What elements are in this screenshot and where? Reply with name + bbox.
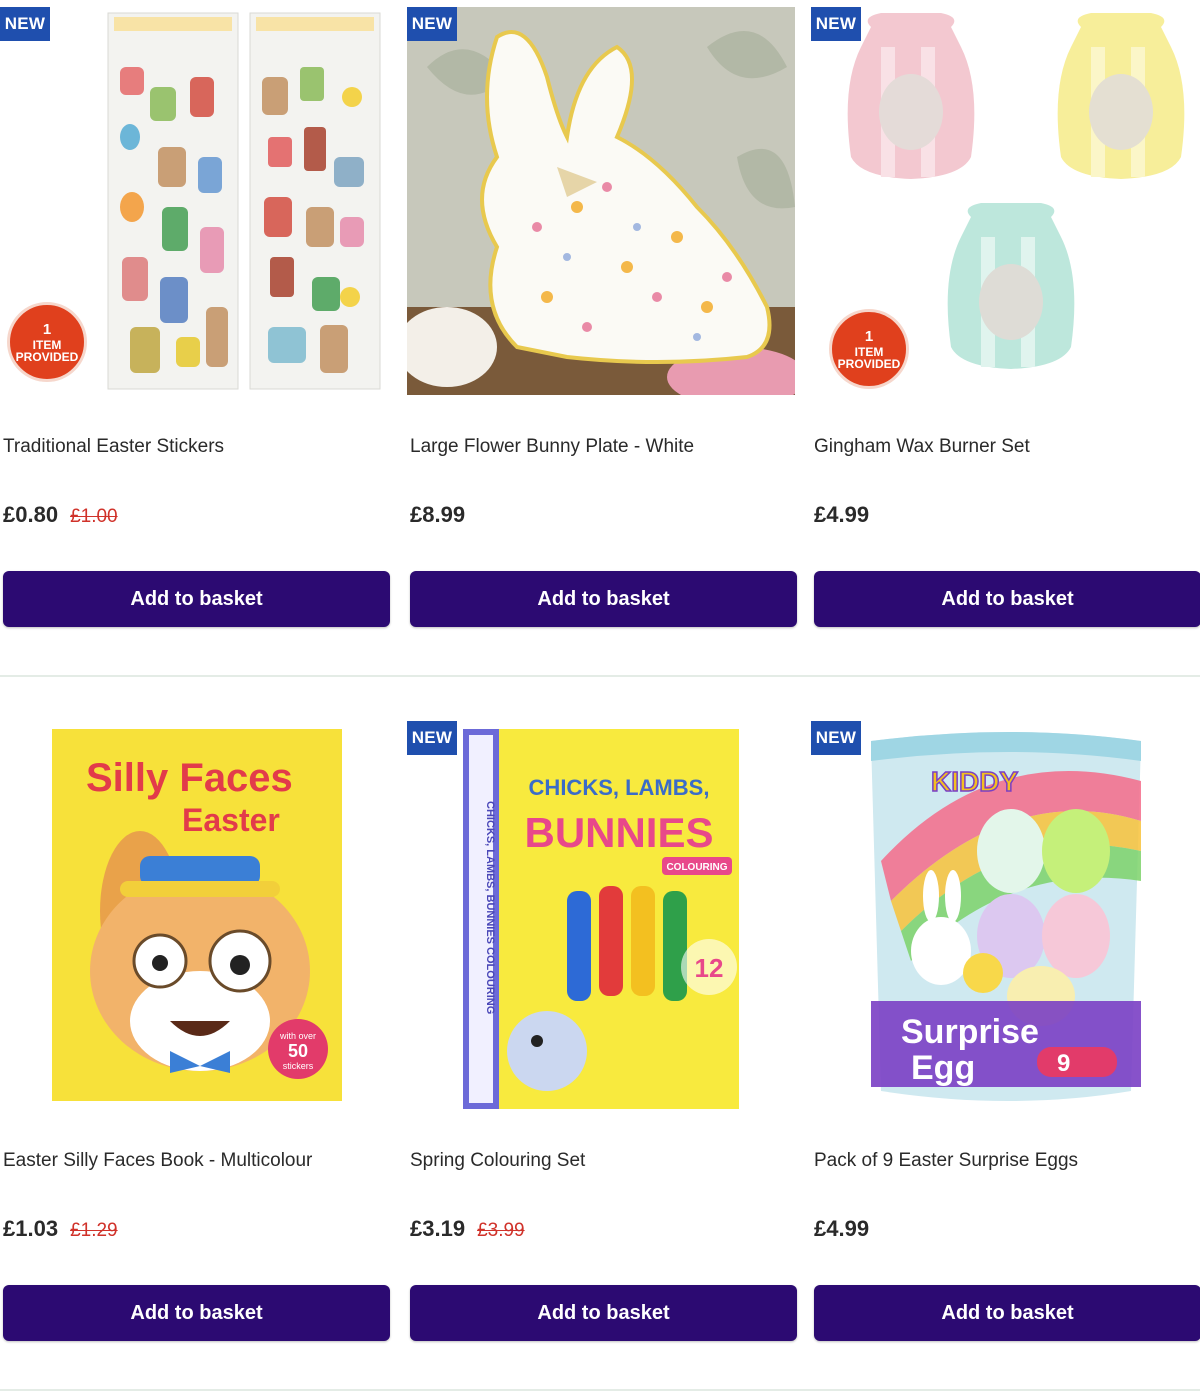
item-provided-badge: 1 ITEM PROVIDED [7, 302, 87, 382]
current-price: £4.99 [814, 502, 870, 527]
item-provided-label: ITEM PROVIDED [837, 344, 901, 371]
price-line: £8.99 [410, 502, 465, 528]
product-title[interactable]: Traditional Easter Stickers [3, 436, 224, 458]
price-line: £4.99 [814, 502, 869, 528]
product-title[interactable]: Easter Silly Faces Book - Multicolour [3, 1150, 312, 1172]
item-provided-count: 1 [42, 320, 52, 338]
packet-title-line2: Egg [911, 1049, 975, 1087]
price-line: £3.19 £3.99 [410, 1216, 525, 1242]
add-to-basket-button[interactable]: Add to basket [3, 571, 390, 627]
cover-title: Silly Faces [86, 756, 293, 800]
row-divider [0, 1389, 1200, 1391]
box-subtitle: COLOURING [666, 862, 727, 873]
was-price: £3.99 [477, 1220, 525, 1241]
new-badge: NEW [0, 7, 50, 41]
packet-title-line1: Surprise [901, 1013, 1039, 1051]
product-row: NEW 1 ITEM PROVIDED Traditional Easter S… [0, 0, 1200, 714]
price-line: £0.80 £1.00 [3, 502, 118, 528]
add-to-basket-button[interactable]: Add to basket [814, 571, 1200, 627]
new-badge: NEW [407, 7, 457, 41]
product-image[interactable]: CHICKS, LAMBS, BUNNIES COLOURING CHICKS,… [407, 721, 795, 1109]
product-image[interactable]: Silly Faces Easter with over 50 stickers [0, 721, 388, 1109]
cover-subtitle: Easter [182, 802, 280, 838]
row-divider [0, 675, 1200, 677]
product-title[interactable]: Gingham Wax Burner Set [814, 436, 1030, 458]
item-provided-count: 1 [864, 327, 874, 345]
product-row: Silly Faces Easter with over 50 stickers… [0, 714, 1200, 1399]
current-price: £8.99 [410, 502, 466, 527]
add-to-basket-button[interactable]: Add to basket [410, 1285, 797, 1341]
item-provided-badge: 1 ITEM PROVIDED [829, 309, 909, 389]
product-title[interactable]: Spring Colouring Set [410, 1150, 585, 1172]
box-title-line2: BUNNIES [524, 809, 713, 856]
box-count: 12 [695, 953, 724, 983]
current-price: £1.03 [3, 1216, 59, 1241]
current-price: £4.99 [814, 1216, 870, 1241]
product-image[interactable] [407, 7, 795, 395]
packet-brand: KIDDY [931, 766, 1018, 797]
packet-count: 9 [1057, 1050, 1070, 1077]
new-badge: NEW [407, 721, 457, 755]
was-price: £1.29 [70, 1220, 118, 1241]
sticker-count: 50 [288, 1041, 308, 1061]
product-title[interactable]: Large Flower Bunny Plate - White [410, 436, 694, 458]
product-title[interactable]: Pack of 9 Easter Surprise Eggs [814, 1150, 1078, 1172]
was-price: £1.00 [70, 506, 118, 527]
new-badge: NEW [811, 721, 861, 755]
add-to-basket-button[interactable]: Add to basket [814, 1285, 1200, 1341]
price-line: £4.99 [814, 1216, 869, 1242]
add-to-basket-button[interactable]: Add to basket [410, 571, 797, 627]
product-grid: NEW 1 ITEM PROVIDED Traditional Easter S… [0, 0, 1200, 1399]
item-provided-label: ITEM PROVIDED [15, 337, 79, 364]
new-badge: NEW [811, 7, 861, 41]
sticker-count-suffix: stickers [283, 1061, 314, 1071]
sticker-count-prefix: with over [279, 1031, 316, 1041]
current-price: £3.19 [410, 1216, 466, 1241]
box-title-line1: CHICKS, LAMBS, [529, 775, 710, 800]
current-price: £0.80 [3, 502, 59, 527]
product-image[interactable]: KIDDY Surprise Egg 9 [811, 721, 1199, 1109]
price-line: £1.03 £1.29 [3, 1216, 118, 1242]
box-spine-text: CHICKS, LAMBS, BUNNIES COLOURING [484, 801, 496, 1014]
add-to-basket-button[interactable]: Add to basket [3, 1285, 390, 1341]
